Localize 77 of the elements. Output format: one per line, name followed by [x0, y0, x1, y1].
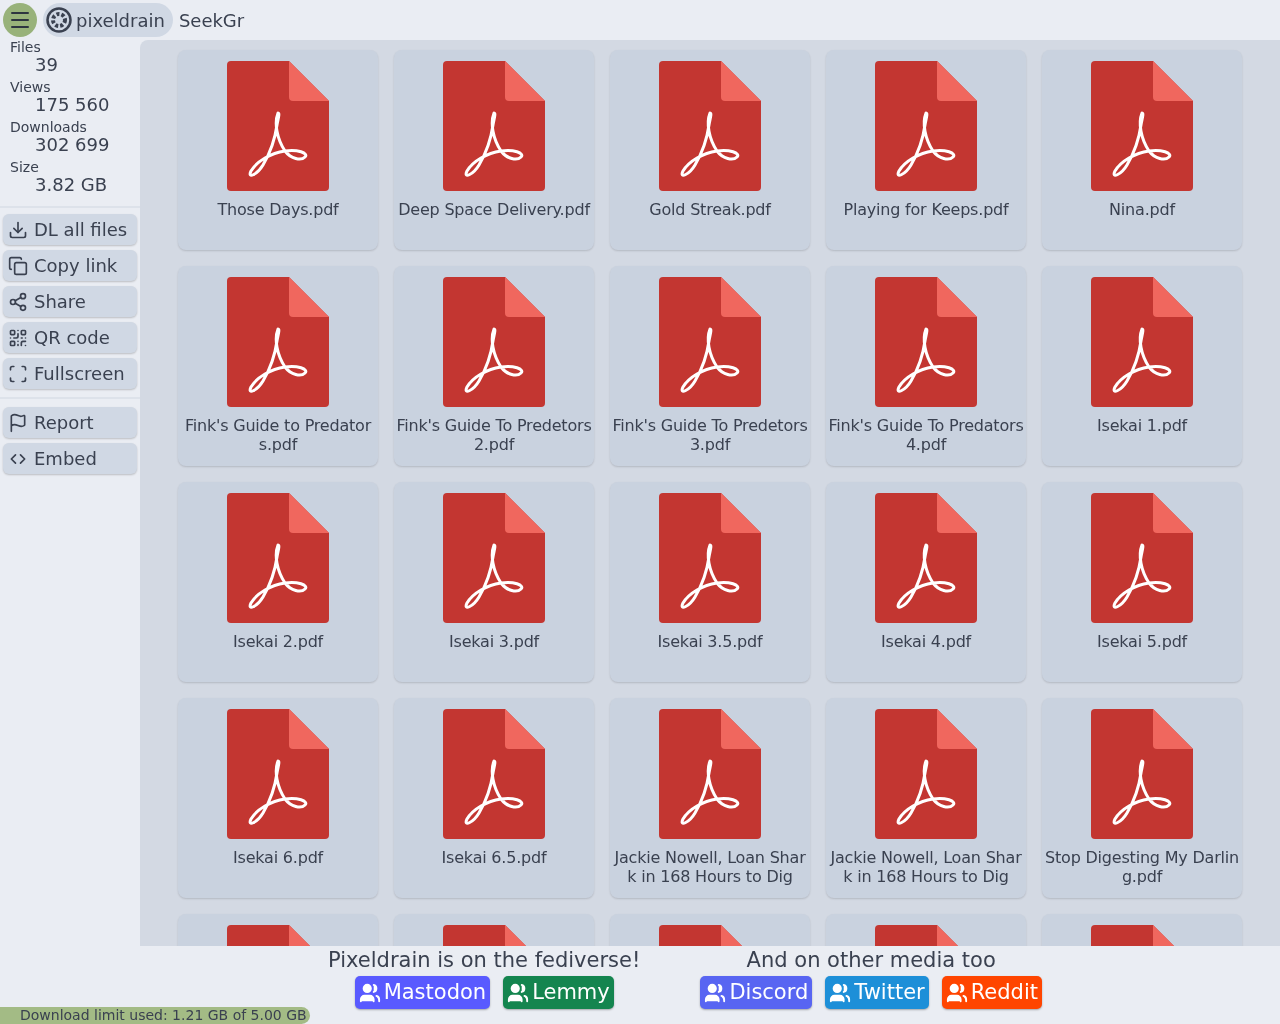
pdf-file-icon: [1091, 277, 1193, 407]
pdf-file-icon: [875, 61, 977, 191]
social-heading: Pixeldrain is on the fediverse!: [328, 947, 641, 973]
stat-label: Views: [10, 80, 52, 94]
sidebar-button[interactable]: QR code: [3, 322, 137, 353]
download-icon: [8, 219, 28, 240]
sidebar-button[interactable]: Embed: [3, 443, 137, 474]
users-icon: [358, 981, 381, 1004]
menu-button[interactable]: [3, 3, 37, 37]
users-icon: [829, 981, 852, 1004]
stat-value: 302 699: [34, 136, 111, 154]
file-card[interactable]: Isekai 3.pdf: [394, 482, 594, 682]
pdf-file-icon: [443, 61, 545, 191]
pdf-file-icon: [443, 709, 545, 839]
file-card[interactable]: Fink's Guide to Predators.pdf: [178, 266, 378, 466]
share-icon: [8, 291, 28, 312]
file-card[interactable]: Isekai 2.pdf: [178, 482, 378, 682]
social-link[interactable]: Twitter: [825, 976, 929, 1009]
social-link[interactable]: Mastodon: [354, 976, 491, 1009]
sidebar-button[interactable]: Copy link: [3, 250, 137, 281]
pdf-file-icon: [1091, 493, 1193, 623]
stat-label: Downloads: [10, 120, 88, 134]
file-card[interactable]: Nina.pdf: [1042, 50, 1242, 250]
stat-label: Files: [10, 40, 42, 54]
users-icon: [945, 981, 968, 1004]
file-card[interactable]: Stop Digesting My Darling.pdf: [1042, 698, 1242, 898]
stat-label: Size: [10, 160, 40, 174]
pdf-file-icon: [875, 493, 977, 623]
sidebar-button[interactable]: Share: [3, 286, 137, 317]
pdf-file-icon: [875, 277, 977, 407]
file-card[interactable]: Fink's Guide To Predetors 2.pdf: [394, 266, 594, 466]
download-limit-text: Download limit used: 1.21 GB of 5.00 GB: [20, 1007, 307, 1024]
file-card[interactable]: Gold Streak.pdf: [610, 50, 810, 250]
file-card[interactable]: Isekai 1.pdf: [1042, 266, 1242, 466]
file-card[interactable]: Jackie Nowell, Loan Shark in 168 Hours to Dig: [826, 698, 1026, 898]
pdf-file-icon: [443, 277, 545, 407]
qr-code-icon: [8, 327, 28, 348]
file-card[interactable]: Isekai 3.5.pdf: [610, 482, 810, 682]
sidebar-button[interactable]: Report: [3, 407, 137, 438]
users-icon: [704, 981, 727, 1004]
pdf-file-icon: [1091, 709, 1193, 839]
file-card[interactable]: Deep Space Delivery.pdf: [394, 50, 594, 250]
copy-icon: [8, 255, 28, 276]
file-card[interactable]: Isekai 6.pdf: [178, 698, 378, 898]
pdf-file-icon: [659, 277, 761, 407]
file-card[interactable]: Isekai 6.5.pdf: [394, 698, 594, 898]
file-card[interactable]: Fink's Guide To Predators 4.pdf: [826, 266, 1026, 466]
pdf-file-icon: [227, 61, 329, 191]
home-button[interactable]: pixeldrain: [43, 3, 173, 37]
social-link[interactable]: Lemmy: [503, 976, 614, 1009]
stat-value: 3.82 GB: [34, 176, 109, 194]
sidebar-button[interactable]: Fullscreen: [3, 358, 137, 389]
stat-value: 175 560: [34, 96, 111, 114]
users-icon: [507, 981, 530, 1004]
pdf-file-icon: [227, 709, 329, 839]
pdf-file-icon: [659, 709, 761, 839]
file-card[interactable]: Those Days.pdf: [178, 50, 378, 250]
pdf-file-icon: [227, 493, 329, 623]
pdf-file-icon: [443, 493, 545, 623]
file-card[interactable]: Fink's Guide To Predetors 3.pdf: [610, 266, 810, 466]
file-card[interactable]: Isekai 4.pdf: [826, 482, 1026, 682]
page-title: SeekGr: [178, 8, 245, 33]
social-link[interactable]: Discord: [700, 976, 813, 1009]
file-card[interactable]: Isekai 5.pdf: [1042, 482, 1242, 682]
stat-value: 39: [34, 56, 59, 74]
pdf-file-icon: [875, 709, 977, 839]
pdf-file-icon: [1091, 61, 1193, 191]
pdf-file-icon: [227, 277, 329, 407]
logo-icon: [46, 7, 72, 33]
pdf-file-icon: [659, 61, 761, 191]
social-heading: And on other media too: [746, 947, 996, 973]
file-card[interactable]: Jackie Nowell, Loan Shark in 168 Hours to Dig: [610, 698, 810, 898]
flag-icon: [8, 412, 28, 433]
file-card[interactable]: Playing for Keeps.pdf: [826, 50, 1026, 250]
sidebar-button[interactable]: DL all files: [3, 214, 137, 245]
fullscreen-icon: [8, 363, 28, 384]
pdf-file-icon: [659, 493, 761, 623]
